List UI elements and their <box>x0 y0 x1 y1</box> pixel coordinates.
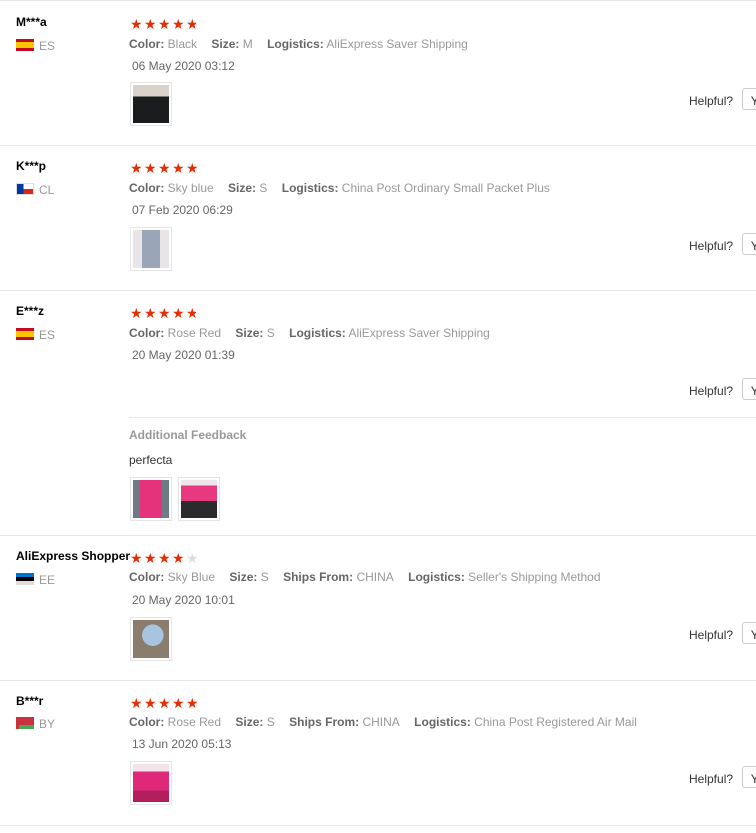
review-date: 13 Jun 2020 05:13 <box>132 737 232 751</box>
helpful-label: Helpful? <box>689 772 734 786</box>
half-star-icon: ★ <box>186 305 199 321</box>
star-icon: ★ <box>172 16 185 32</box>
reviewer-name: E***z <box>16 304 45 318</box>
reviewer-name: B***r <box>16 694 44 708</box>
review-item: AliExpress Shopper EE ★★★★★ Color: Sky B… <box>0 535 756 681</box>
star-icon: ★ <box>144 550 157 566</box>
star-rating: ★★★★★ <box>130 16 200 32</box>
star-icon: ★ <box>172 550 185 566</box>
star-icon: ★ <box>144 305 157 321</box>
reviewer-country: BY <box>16 717 55 731</box>
review-item: E***z ES ★★★★★ Color: Rose Red Size: S L… <box>0 290 756 536</box>
review-sku-info: Color: Black Size: M Logistics: AliExpre… <box>129 37 468 51</box>
reviewer-country: EE <box>16 573 55 587</box>
star-rating: ★★★★★ <box>130 160 200 176</box>
review-date: 07 Feb 2020 06:29 <box>132 203 233 217</box>
review-photo-thumbnail[interactable] <box>130 477 172 521</box>
star-icon: ★ <box>172 695 185 711</box>
review-photo-thumbnail[interactable] <box>130 82 172 126</box>
star-icon: ★ <box>130 695 143 711</box>
flag-es-icon <box>16 328 34 340</box>
star-icon: ★ <box>158 305 171 321</box>
review-sku-info: Color: Rose Red Size: S Logistics: AliEx… <box>129 326 490 340</box>
review-date: 20 May 2020 10:01 <box>132 593 235 607</box>
review-item: M***a ES ★★★★★ Color: Black Size: M Logi… <box>0 0 756 146</box>
additional-feedback-text: perfecta <box>129 453 173 467</box>
helpful-label: Helpful? <box>689 239 734 253</box>
star-icon: ★ <box>158 160 171 176</box>
star-rating: ★★★★★ <box>130 550 200 566</box>
flag-cl-icon <box>16 183 34 195</box>
review-photo-thumbnail[interactable] <box>130 227 172 271</box>
reviewer-country: ES <box>16 328 55 342</box>
flag-es-icon <box>16 39 34 51</box>
helpful-yes-button[interactable]: Yes <box>742 378 756 400</box>
star-icon: ★ <box>130 305 143 321</box>
star-icon: ★ <box>130 16 143 32</box>
star-icon: ★ <box>158 550 171 566</box>
star-rating: ★★★★★ <box>130 695 200 711</box>
reviewer-name: AliExpress Shopper <box>16 549 131 563</box>
star-icon: ★ <box>144 695 157 711</box>
helpful-yes-button[interactable]: Yes <box>742 766 756 788</box>
star-icon: ★ <box>186 695 199 711</box>
star-icon: ★ <box>144 160 157 176</box>
flag-by-icon <box>16 717 34 729</box>
helpful-label: Helpful? <box>689 384 734 398</box>
review-item: K***p CL ★★★★★ Color: Sky blue Size: S L… <box>0 145 756 291</box>
star-icon: ★ <box>186 160 199 176</box>
flag-ee-icon <box>16 573 34 585</box>
reviewer-country: ES <box>16 39 55 53</box>
helpful-yes-button[interactable]: Yes <box>742 88 756 110</box>
half-star-icon: ★ <box>186 16 199 32</box>
review-item: B***r BY ★★★★★ Color: Rose Red Size: S S… <box>0 680 756 826</box>
review-sku-info: Color: Sky blue Size: S Logistics: China… <box>129 181 550 195</box>
helpful-yes-button[interactable]: Yes <box>742 233 756 255</box>
reviewer-name: K***p <box>16 159 47 173</box>
helpful-label: Helpful? <box>689 94 734 108</box>
review-photo-thumbnail[interactable] <box>130 761 172 805</box>
review-sku-info: Color: Sky Blue Size: S Ships From: CHIN… <box>129 570 601 584</box>
review-date: 20 May 2020 01:39 <box>132 348 235 362</box>
review-sku-info: Color: Rose Red Size: S Ships From: CHIN… <box>129 715 637 729</box>
star-icon: ★ <box>158 695 171 711</box>
star-icon: ★ <box>144 16 157 32</box>
star-icon: ★ <box>130 160 143 176</box>
helpful-label: Helpful? <box>689 628 734 642</box>
star-rating: ★★★★★ <box>130 305 200 321</box>
star-icon: ★ <box>172 305 185 321</box>
review-photo-thumbnail[interactable] <box>178 477 220 521</box>
reviewer-country: CL <box>16 183 54 197</box>
empty-star-icon: ★ <box>186 550 199 566</box>
review-date: 06 May 2020 03:12 <box>132 59 235 73</box>
star-icon: ★ <box>130 550 143 566</box>
additional-feedback-title: Additional Feedback <box>129 428 247 442</box>
helpful-yes-button[interactable]: Yes <box>742 622 756 644</box>
star-icon: ★ <box>158 16 171 32</box>
review-photo-thumbnail[interactable] <box>130 617 172 661</box>
additional-feedback-divider <box>129 417 756 418</box>
reviewer-name: M***a <box>16 15 47 29</box>
star-icon: ★ <box>172 160 185 176</box>
